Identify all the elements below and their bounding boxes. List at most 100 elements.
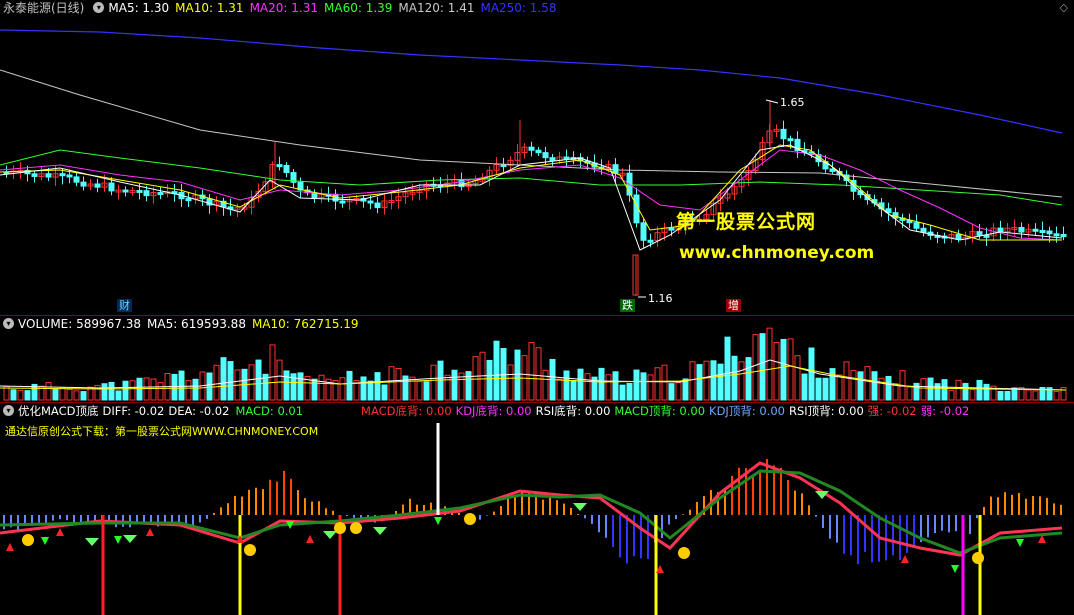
volume-bar	[563, 370, 570, 401]
volume-bar	[1004, 391, 1011, 401]
tag-cai[interactable]: 财	[117, 299, 132, 312]
toggle-icon[interactable]: ▾	[93, 2, 105, 13]
rsi-top-div-label: RSI顶背: 0.00	[788, 404, 864, 418]
up-arrow-icon	[56, 528, 64, 536]
candle-body	[787, 138, 794, 142]
candlestick-chart[interactable]	[0, 0, 1074, 315]
tag-die[interactable]: 跌	[620, 299, 635, 312]
volume-header: ▾ VOLUME: 589967.38 MA5: 619593.88 MA10:…	[0, 316, 365, 332]
volume-bar	[73, 390, 80, 401]
volume-bar	[745, 357, 752, 401]
volume-bar	[318, 374, 325, 401]
toggle-icon[interactable]: ▾	[3, 318, 14, 329]
volume-bar	[570, 380, 577, 401]
volume-bar	[633, 369, 640, 401]
candle-body	[647, 239, 654, 243]
volume-bar	[486, 359, 493, 401]
candle-body	[1060, 234, 1067, 238]
kdj-bottom-div-label: KDJ底背: 0.00	[455, 404, 532, 418]
candle-body	[668, 227, 675, 231]
volume-bar	[45, 382, 52, 401]
volume-bar	[857, 371, 864, 401]
volume-bar	[381, 384, 388, 401]
volume-bar	[703, 360, 710, 401]
smiley-icon	[972, 552, 984, 564]
volume-bar	[129, 380, 136, 401]
volume-bar	[1053, 391, 1060, 401]
candle-body	[73, 176, 80, 183]
candle-body	[535, 149, 542, 154]
volume-bar	[934, 383, 941, 401]
vol-ma5-label: MA5: 619593.88	[147, 317, 246, 331]
price-pane[interactable]: 永泰能源(日线) ▾ MA5: 1.30 MA10: 1.31 MA20: 1.…	[0, 0, 1074, 315]
volume-bar	[717, 363, 724, 401]
candle-body	[59, 173, 66, 177]
volume-bar	[689, 361, 696, 401]
macd-top-div-label: MACD顶背: 0.00	[614, 404, 706, 418]
volume-bar	[514, 349, 521, 401]
volume-bar	[185, 380, 192, 401]
diamond-icon	[85, 538, 99, 546]
volume-bar	[738, 361, 745, 401]
diamond-icon	[373, 527, 387, 535]
strong-label: 强: -0.02	[867, 404, 917, 418]
candle-body	[542, 152, 549, 159]
macd-subtitle: 通达信原创公式下载：第一股票公式网WWW.CHNMONEY.COM	[5, 425, 319, 438]
smiley-icon	[678, 547, 690, 559]
volume-bar	[920, 378, 927, 401]
tag-zeng[interactable]: 增	[726, 299, 741, 312]
up-arrow-icon	[901, 555, 909, 563]
candle-body	[640, 222, 647, 241]
candle-body	[143, 190, 150, 197]
candle-body	[500, 164, 507, 168]
candle-body	[66, 174, 73, 178]
volume-bar	[276, 359, 283, 401]
volume-bar	[661, 364, 668, 401]
volume-bar	[584, 373, 591, 401]
diamond-icon	[123, 535, 137, 543]
volume-bar	[157, 382, 164, 401]
candle-body	[45, 173, 52, 178]
candle-body	[31, 173, 38, 177]
volume-bar	[80, 391, 87, 401]
low-price-label: 1.16	[648, 292, 673, 305]
volume-bar	[416, 380, 423, 401]
volume-bar	[640, 372, 647, 401]
volume-bar	[472, 356, 479, 401]
volume-bar	[766, 327, 773, 401]
volume-bar	[829, 368, 836, 401]
volume-bar	[836, 374, 843, 401]
macd-value-label: MACD: 0.01	[235, 404, 304, 418]
smiley-icon	[22, 534, 34, 546]
volume-bar	[346, 370, 353, 401]
volume-bar	[626, 382, 633, 401]
watermark-url: www.chnmoney.com	[679, 243, 875, 263]
ma5-line	[0, 144, 1063, 251]
ma120-line	[0, 69, 1063, 198]
volume-bar	[66, 388, 73, 401]
volume-bar	[507, 364, 514, 401]
down-arrow-icon	[114, 536, 122, 544]
toggle-icon[interactable]: ▾	[3, 405, 14, 416]
candle-body	[122, 189, 129, 193]
candle-body	[1053, 233, 1060, 237]
volume-bar	[542, 369, 549, 401]
candle-body	[1018, 226, 1025, 233]
volume-bar	[178, 370, 185, 401]
volume-pane[interactable]: ▾ VOLUME: 589967.38 MA5: 619593.88 MA10:…	[0, 316, 1074, 402]
up-arrow-icon	[6, 543, 14, 551]
smiley-icon	[464, 513, 476, 525]
volume-bar	[794, 355, 801, 401]
candle-body	[80, 181, 87, 187]
volume-bar	[437, 360, 444, 401]
weak-label: 弱: -0.02	[920, 404, 970, 418]
diff-label: DIFF: -0.02	[102, 404, 165, 418]
volume-bar	[969, 389, 976, 401]
volume-bar	[647, 374, 654, 401]
volume-bar	[59, 387, 66, 401]
diamond-icon[interactable]: ◇	[1060, 1, 1068, 14]
volume-bar	[787, 338, 794, 401]
candle-body	[913, 222, 920, 229]
volume-bar	[598, 367, 605, 401]
volume-bar	[976, 379, 983, 401]
